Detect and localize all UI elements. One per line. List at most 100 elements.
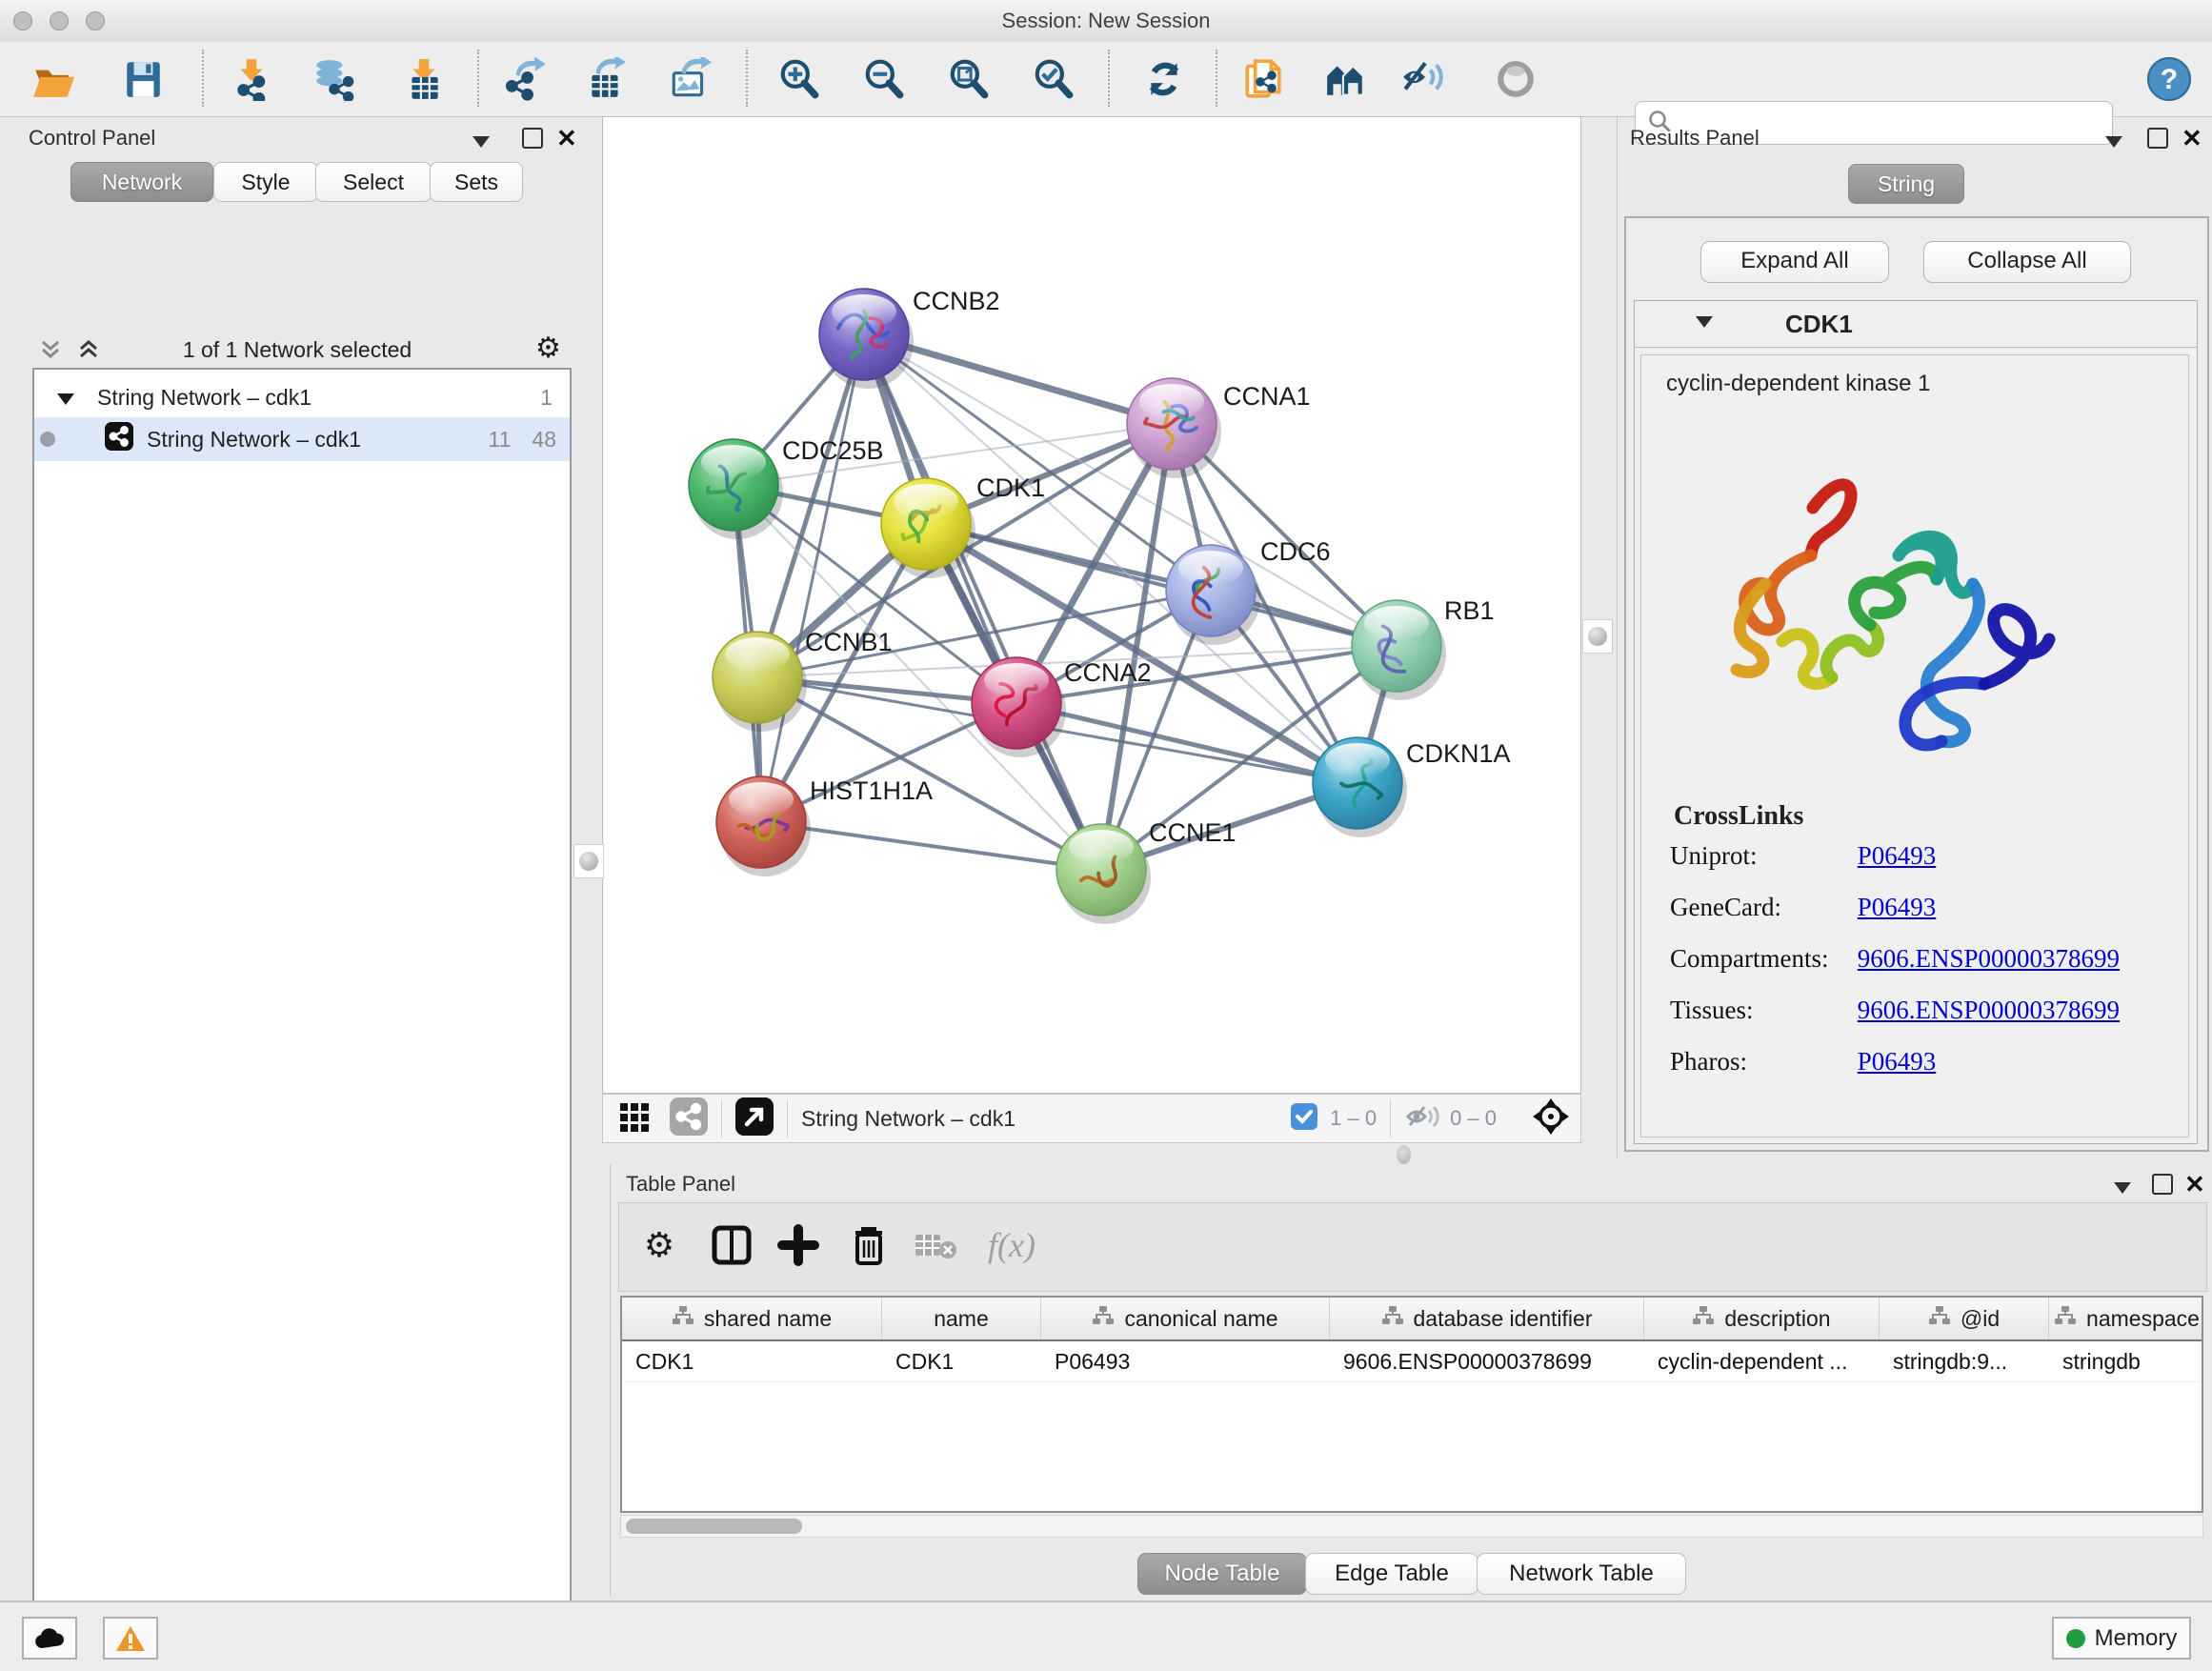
- show-all-icon[interactable]: [1489, 52, 1542, 106]
- table-horizontal-scrollbar[interactable]: [620, 1515, 2203, 1538]
- import-table-icon[interactable]: [397, 52, 451, 106]
- network-node-RB1[interactable]: [1352, 600, 1446, 700]
- left-splitter-handle[interactable]: [573, 844, 604, 878]
- export-image-icon[interactable]: [663, 52, 716, 106]
- table-cell[interactable]: CDK1: [622, 1341, 882, 1381]
- crosslink-link[interactable]: P06493: [1858, 893, 1937, 921]
- crosslink-link[interactable]: P06493: [1858, 1047, 1937, 1076]
- crosslink-link[interactable]: P06493: [1858, 841, 1937, 870]
- table-cell[interactable]: stringdb:9...: [1880, 1341, 2049, 1381]
- add-column-icon[interactable]: [770, 1217, 827, 1274]
- right-splitter-handle[interactable]: [1582, 619, 1613, 654]
- table-cell[interactable]: cyclin-dependent ...: [1644, 1341, 1880, 1381]
- warnings-button[interactable]: [103, 1617, 158, 1660]
- table-cell[interactable]: 9606.ENSP00000378699: [1330, 1341, 1644, 1381]
- node-label-CCNB1: CCNB1: [805, 628, 893, 656]
- gene-section-header[interactable]: CDK1: [1635, 301, 2197, 348]
- results-panel-title: Results Panel: [1630, 126, 1760, 151]
- panel-close-icon[interactable]: ✕: [2182, 130, 2202, 147]
- import-network-from-database-icon[interactable]: [308, 52, 361, 106]
- network-share-icon[interactable]: [670, 1097, 708, 1140]
- cloud-button[interactable]: [22, 1617, 77, 1660]
- table-panel-title: Table Panel: [626, 1172, 735, 1197]
- first-neighbors-icon[interactable]: [1318, 52, 1372, 106]
- zoom-in-icon[interactable]: [773, 52, 826, 106]
- column-header--id[interactable]: @id: [1880, 1298, 2049, 1339]
- birds-eye-view-icon[interactable]: [1531, 1097, 1571, 1141]
- delete-column-icon[interactable]: [840, 1217, 897, 1274]
- tab-edge-table[interactable]: Edge Table: [1305, 1553, 1478, 1595]
- panel-float-icon[interactable]: [2147, 128, 2168, 154]
- tab-sets[interactable]: Sets: [430, 162, 523, 202]
- hide-selected-icon[interactable]: [1397, 52, 1450, 106]
- network-node-CDC25B[interactable]: [689, 439, 783, 539]
- zoom-out-icon[interactable]: [857, 52, 911, 106]
- tab-network[interactable]: Network: [70, 162, 213, 202]
- network-edge[interactable]: [761, 822, 1101, 870]
- zoom-fit-icon[interactable]: [942, 52, 995, 106]
- column-header-name[interactable]: name: [882, 1298, 1041, 1339]
- zoom-selected-icon[interactable]: [1027, 52, 1080, 106]
- clone-network-icon[interactable]: [1237, 52, 1290, 106]
- help-button[interactable]: ?: [2142, 52, 2196, 106]
- horizontal-splitter-handle[interactable]: [1397, 1145, 1411, 1164]
- panel-float-icon[interactable]: [522, 128, 543, 154]
- table-gear-icon[interactable]: ⚙: [631, 1217, 688, 1274]
- column-header-namespace[interactable]: namespace: [2049, 1298, 2203, 1339]
- column-header-canonical-name[interactable]: canonical name: [1041, 1298, 1330, 1339]
- network-node-HIST1H1A[interactable]: [716, 776, 811, 876]
- gear-icon[interactable]: ⚙: [535, 332, 561, 365]
- tab-network-table[interactable]: Network Table: [1477, 1553, 1686, 1595]
- network-edge[interactable]: [761, 334, 864, 822]
- network-node-CDC6[interactable]: [1166, 545, 1260, 645]
- table-row[interactable]: CDK1CDK1P064939606.ENSP00000378699cyclin…: [622, 1341, 2202, 1382]
- tab-select[interactable]: Select: [315, 162, 432, 202]
- collapse-all-button[interactable]: Collapse All: [1923, 241, 2131, 283]
- network-node-CCNB2[interactable]: [819, 289, 914, 389]
- network-node-CDKN1A[interactable]: [1313, 737, 1407, 837]
- refresh-view-icon[interactable]: [1137, 52, 1191, 106]
- collapse-gene-icon[interactable]: [1696, 315, 1713, 332]
- memory-button[interactable]: Memory: [2052, 1617, 2191, 1660]
- column-header-database-identifier[interactable]: database identifier: [1330, 1298, 1644, 1339]
- tab-node-table[interactable]: Node Table: [1137, 1553, 1307, 1595]
- table-cell[interactable]: CDK1: [882, 1341, 1041, 1381]
- scrollbar-thumb[interactable]: [626, 1519, 802, 1534]
- show-columns-icon[interactable]: [703, 1217, 760, 1274]
- network-canvas[interactable]: CCNB2 CCNA1 CDC25B CDK1 CDC6 RB1 CCNB1: [602, 116, 1581, 1094]
- memory-status-icon: [2066, 1629, 2085, 1648]
- crosslink-link[interactable]: 9606.ENSP00000378699: [1858, 996, 2120, 1024]
- network-collection-row[interactable]: String Network – cdk1 1: [34, 375, 570, 419]
- crosslink-link[interactable]: 9606.ENSP00000378699: [1858, 944, 2120, 973]
- table-cell[interactable]: P06493: [1041, 1341, 1330, 1381]
- export-table-icon[interactable]: [579, 52, 633, 106]
- selected-checkbox-icon[interactable]: [1290, 1102, 1318, 1136]
- panel-menu-icon[interactable]: [2114, 1178, 2131, 1199]
- panel-menu-icon[interactable]: [2105, 131, 2122, 153]
- panel-close-icon[interactable]: ✕: [556, 130, 577, 147]
- collection-expand-icon[interactable]: [57, 385, 74, 411]
- open-session-icon[interactable]: [26, 52, 79, 106]
- network-node-CCNA1[interactable]: [1127, 378, 1221, 478]
- network-node-CDK1[interactable]: [881, 478, 975, 578]
- open-in-new-window-icon[interactable]: [735, 1097, 774, 1140]
- table-cell[interactable]: stringdb: [2049, 1341, 2203, 1381]
- grid-view-icon[interactable]: [618, 1099, 653, 1138]
- import-network-icon[interactable]: [225, 52, 278, 106]
- network-node-CCNE1[interactable]: [1056, 824, 1151, 924]
- save-session-icon[interactable]: [116, 52, 170, 106]
- tab-string[interactable]: String: [1848, 164, 1964, 204]
- node-table[interactable]: shared namenamecanonical namedatabase id…: [620, 1296, 2203, 1513]
- network-row-label: String Network – cdk1: [147, 427, 361, 453]
- tab-style[interactable]: Style: [213, 162, 318, 202]
- expand-all-button[interactable]: Expand All: [1700, 241, 1889, 283]
- hidden-eye-icon[interactable]: [1404, 1102, 1440, 1136]
- export-network-icon[interactable]: [499, 52, 553, 106]
- column-header-shared-name[interactable]: shared name: [622, 1298, 882, 1339]
- panel-menu-icon[interactable]: [473, 131, 490, 153]
- panel-float-icon[interactable]: [2152, 1174, 2173, 1200]
- network-node-CCNA2[interactable]: [972, 657, 1066, 757]
- panel-close-icon[interactable]: ✕: [2184, 1176, 2205, 1193]
- network-row[interactable]: String Network – cdk1 11 48: [34, 417, 570, 461]
- column-header-description[interactable]: description: [1644, 1298, 1880, 1339]
